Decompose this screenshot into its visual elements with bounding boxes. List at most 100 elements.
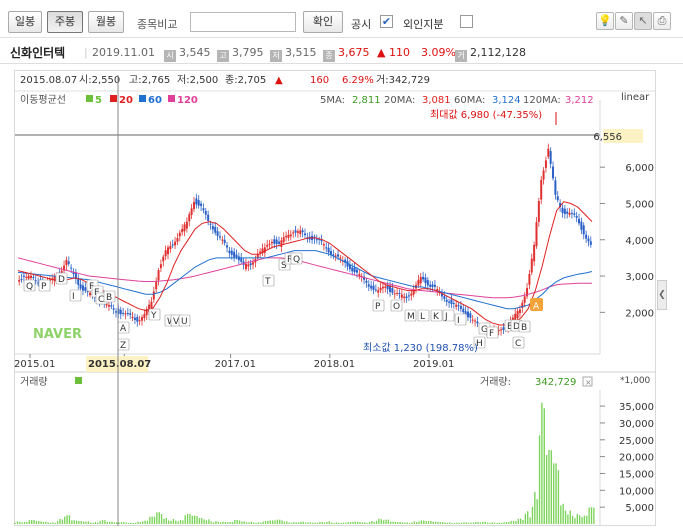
candle-body xyxy=(285,235,288,238)
candle-body xyxy=(190,208,193,215)
volume-bar xyxy=(151,516,153,524)
candle-body xyxy=(249,263,252,266)
volume-bar xyxy=(508,521,510,524)
volume-bar xyxy=(286,521,288,524)
candle-body xyxy=(292,232,295,234)
volume-bar xyxy=(123,521,125,524)
candle-body xyxy=(554,180,557,195)
candle-body xyxy=(372,285,375,290)
volume-bar xyxy=(576,513,579,524)
volume-bar xyxy=(279,519,281,524)
volume-bar xyxy=(184,515,186,524)
volume-bar xyxy=(545,454,548,524)
volume-bar xyxy=(210,521,212,524)
volume-bar xyxy=(288,522,290,524)
candle-body xyxy=(157,270,160,281)
volume-bar xyxy=(397,522,399,524)
candle-body xyxy=(476,321,479,324)
volume-bar xyxy=(567,514,569,524)
candle-body xyxy=(162,256,165,262)
candle-body xyxy=(221,239,224,241)
candle-body xyxy=(126,313,129,315)
volume-bar xyxy=(536,499,538,524)
volume-bar xyxy=(349,521,352,524)
volume-bar xyxy=(149,516,151,524)
volume-bar xyxy=(467,522,470,524)
volume-bar xyxy=(512,520,515,524)
disclosure-marker-label: P xyxy=(41,282,47,292)
candle-body xyxy=(197,200,200,206)
candle-body xyxy=(457,305,460,307)
candle-body xyxy=(544,160,547,168)
volume-bar xyxy=(23,521,26,524)
volume-bar xyxy=(212,522,215,524)
volume-bar xyxy=(371,520,373,524)
candle-body xyxy=(462,308,465,313)
volume-bar xyxy=(538,435,541,524)
volume-bar xyxy=(486,522,489,524)
volume-bar xyxy=(257,522,260,524)
volume-bar xyxy=(59,518,61,524)
scale-type[interactable]: linear xyxy=(621,92,650,103)
volume-bar xyxy=(68,515,71,524)
candle-body xyxy=(115,311,118,313)
volume-bar xyxy=(139,522,142,524)
volume-bar xyxy=(160,514,163,524)
volume-bar xyxy=(182,520,184,524)
volume-bar xyxy=(406,522,408,524)
candle-body xyxy=(337,254,340,257)
volume-label: 거래량: xyxy=(480,376,511,388)
stock-chart[interactable]: 2,0003,0004,0005,0006,0002015.012016.012… xyxy=(0,0,683,531)
volume-bar xyxy=(430,520,432,524)
candle-body xyxy=(339,257,342,259)
volume-bar xyxy=(245,522,248,524)
candle-body xyxy=(174,241,177,246)
candle-body xyxy=(452,303,455,305)
disclosure-marker-label: C xyxy=(98,295,104,305)
candle-body xyxy=(287,234,290,238)
crosshair-change-pct: 6.29% xyxy=(342,75,374,86)
volume-bar xyxy=(189,513,191,524)
candle-body xyxy=(294,230,297,233)
candle-body xyxy=(403,296,406,299)
candle-body xyxy=(244,263,247,270)
y-tick-label: 3,000 xyxy=(625,272,654,283)
candle-body xyxy=(547,148,550,157)
candle-body xyxy=(575,215,578,218)
candle-body xyxy=(431,284,434,287)
volume-bar xyxy=(153,516,156,524)
ma-legend-items: 5 20 60 120 xyxy=(86,95,198,106)
volume-bar xyxy=(269,520,271,524)
candle-body xyxy=(296,231,299,233)
candle-body xyxy=(136,316,139,322)
ma60-swatch xyxy=(139,95,146,102)
candle-body xyxy=(424,277,427,284)
volume-bar xyxy=(52,522,54,524)
candle-body xyxy=(568,212,571,215)
volume-bar xyxy=(484,521,486,524)
disclosure-marker-label: D xyxy=(58,275,65,285)
candle-body xyxy=(353,267,356,273)
candle-body xyxy=(540,179,543,200)
disclosure-marker-label: C xyxy=(515,339,521,349)
candle-body xyxy=(327,247,330,253)
candle-body xyxy=(379,287,382,291)
candle-body xyxy=(580,221,583,230)
candle-body xyxy=(214,227,217,233)
volume-bar xyxy=(28,520,30,524)
volume-bar xyxy=(54,522,56,524)
volume-bar xyxy=(531,506,534,524)
volume-bar xyxy=(593,507,595,524)
disclosure-marker-label: U xyxy=(181,317,188,327)
volume-bar xyxy=(477,521,479,524)
volume-bar xyxy=(118,522,120,524)
volume-bar xyxy=(425,521,427,524)
candle-body xyxy=(275,239,278,245)
volume-bar xyxy=(385,519,387,524)
naver-logo: NAVER xyxy=(33,327,82,342)
candle-body xyxy=(32,276,35,278)
candle-body xyxy=(561,207,564,213)
volume-bar xyxy=(229,521,231,524)
volume-bar xyxy=(524,513,527,524)
disclosure-marker-label: B xyxy=(521,323,527,333)
